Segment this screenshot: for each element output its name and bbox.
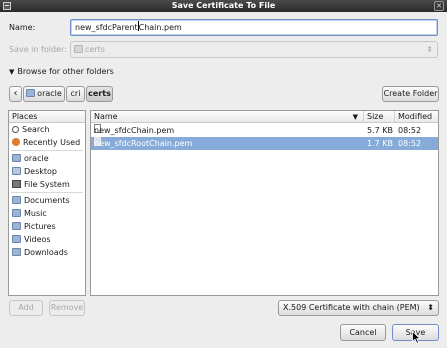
create-folder-button[interactable]: Create Folder <box>382 86 439 102</box>
place-oracle[interactable]: oracle <box>9 152 85 165</box>
home-folder-icon <box>12 154 21 162</box>
folder-icon <box>12 209 21 217</box>
column-modified[interactable]: Modified <box>395 111 440 123</box>
places-separator <box>11 150 83 151</box>
close-window-button[interactable]: ✕ <box>434 1 444 11</box>
home-folder-icon <box>26 89 36 97</box>
name-input[interactable]: new_sfdcParentChain.pem <box>70 19 438 36</box>
place-desktop[interactable]: Desktop <box>9 165 85 178</box>
name-input-text-before: new_sfdcParent <box>75 23 138 32</box>
name-input-text-after: Chain.pem <box>138 23 182 32</box>
place-pictures[interactable]: Pictures <box>9 220 85 233</box>
combo-arrows-icon: ⬍ <box>426 45 433 54</box>
places-header: Places <box>9 111 85 123</box>
window-menu-icon[interactable] <box>3 2 11 10</box>
chevron-left-icon: ‹ <box>13 88 18 99</box>
browse-expander[interactable]: ▼ Browse for other folders <box>9 67 114 76</box>
place-label: Pictures <box>24 222 56 231</box>
place-file-system[interactable]: File System <box>9 178 85 191</box>
mouse-pointer-icon <box>412 331 421 344</box>
file-size: 5.7 KB <box>367 126 393 135</box>
file-name: new_sfdcChain.pem <box>94 126 175 135</box>
create-folder-label: Create Folder <box>383 89 438 98</box>
combo-arrows-icon: ⬍ <box>427 303 434 312</box>
window-title: Save Certificate To File <box>171 1 276 10</box>
desktop-icon <box>12 167 21 175</box>
place-label: oracle <box>24 154 49 163</box>
expander-down-icon: ▼ <box>9 68 15 76</box>
place-label: Downloads <box>24 248 68 257</box>
file-size: 1.7 KB <box>367 139 393 148</box>
place-label: Recently Used <box>23 138 81 147</box>
place-label: Search <box>22 125 50 134</box>
place-music[interactable]: Music <box>9 207 85 220</box>
folder-icon <box>12 196 21 204</box>
places-separator <box>11 192 83 193</box>
file-type-filter-combo[interactable]: X.509 Certificate with chain (PEM) ⬍ <box>278 300 439 316</box>
path-segment-oracle[interactable]: oracle <box>23 86 65 102</box>
path-segment-label: oracle <box>37 89 62 98</box>
folder-icon <box>12 222 21 230</box>
remove-label: Remove <box>50 303 84 312</box>
place-label: File System <box>24 180 70 189</box>
file-row[interactable]: new_sfdcChain.pem 5.7 KB 08:52 <box>91 124 438 137</box>
search-icon <box>12 126 19 133</box>
cancel-button[interactable]: Cancel <box>340 324 386 341</box>
path-segment-label: cri <box>70 89 81 98</box>
file-modified: 08:52 <box>398 139 422 148</box>
path-back-button[interactable]: ‹ <box>9 86 22 102</box>
add-bookmark-button[interactable]: Add <box>9 300 43 316</box>
file-name: new_sfdcRootChain.pem <box>94 139 193 148</box>
filter-value: X.509 Certificate with chain (PEM) <box>283 303 420 312</box>
place-search[interactable]: Search <box>9 123 85 136</box>
folder-icon <box>12 248 21 256</box>
place-label: Documents <box>24 196 70 205</box>
sort-down-icon: ▼ <box>352 113 358 121</box>
folder-icon <box>74 45 83 53</box>
place-documents[interactable]: Documents <box>9 194 85 207</box>
files-header: Name ▼ Size Modified <box>91 111 438 123</box>
name-label: Name: <box>9 23 36 32</box>
remove-bookmark-button[interactable]: Remove <box>49 300 85 316</box>
places-pane: Places Search Recently Used oracle Deskt… <box>8 110 86 296</box>
save-in-folder-value: certs <box>85 45 105 54</box>
file-row-selected[interactable]: new_sfdcRootChain.pem 1.7 KB 08:52 <box>91 137 438 150</box>
files-pane: Name ▼ Size Modified new_sfdcChain.pem 5… <box>90 110 439 296</box>
place-videos[interactable]: Videos <box>9 233 85 246</box>
column-size-label: Size <box>367 112 384 121</box>
cancel-label: Cancel <box>349 328 377 337</box>
place-recently-used[interactable]: Recently Used <box>9 136 85 149</box>
browse-label: Browse for other folders <box>17 67 114 76</box>
save-in-folder-combo[interactable]: certs ⬍ <box>70 41 438 58</box>
column-size[interactable]: Size <box>364 111 395 123</box>
place-label: Videos <box>24 235 51 244</box>
add-label: Add <box>18 303 34 312</box>
column-modified-label: Modified <box>398 112 433 121</box>
place-label: Desktop <box>24 167 57 176</box>
column-name-label: Name <box>94 112 118 121</box>
save-in-folder-label: Save in folder: <box>9 45 67 54</box>
title-bar: Save Certificate To File ✕ <box>0 0 447 12</box>
folder-icon <box>12 235 21 243</box>
file-modified: 08:52 <box>398 126 422 135</box>
drive-icon <box>12 180 21 188</box>
place-label: Music <box>24 209 47 218</box>
path-segment-label: certs <box>88 89 111 98</box>
path-segment-cri[interactable]: cri <box>66 86 85 102</box>
recent-icon <box>12 138 20 146</box>
column-name[interactable]: Name ▼ <box>91 111 364 123</box>
path-segment-certs[interactable]: certs <box>86 86 113 102</box>
place-downloads[interactable]: Downloads <box>9 246 85 259</box>
